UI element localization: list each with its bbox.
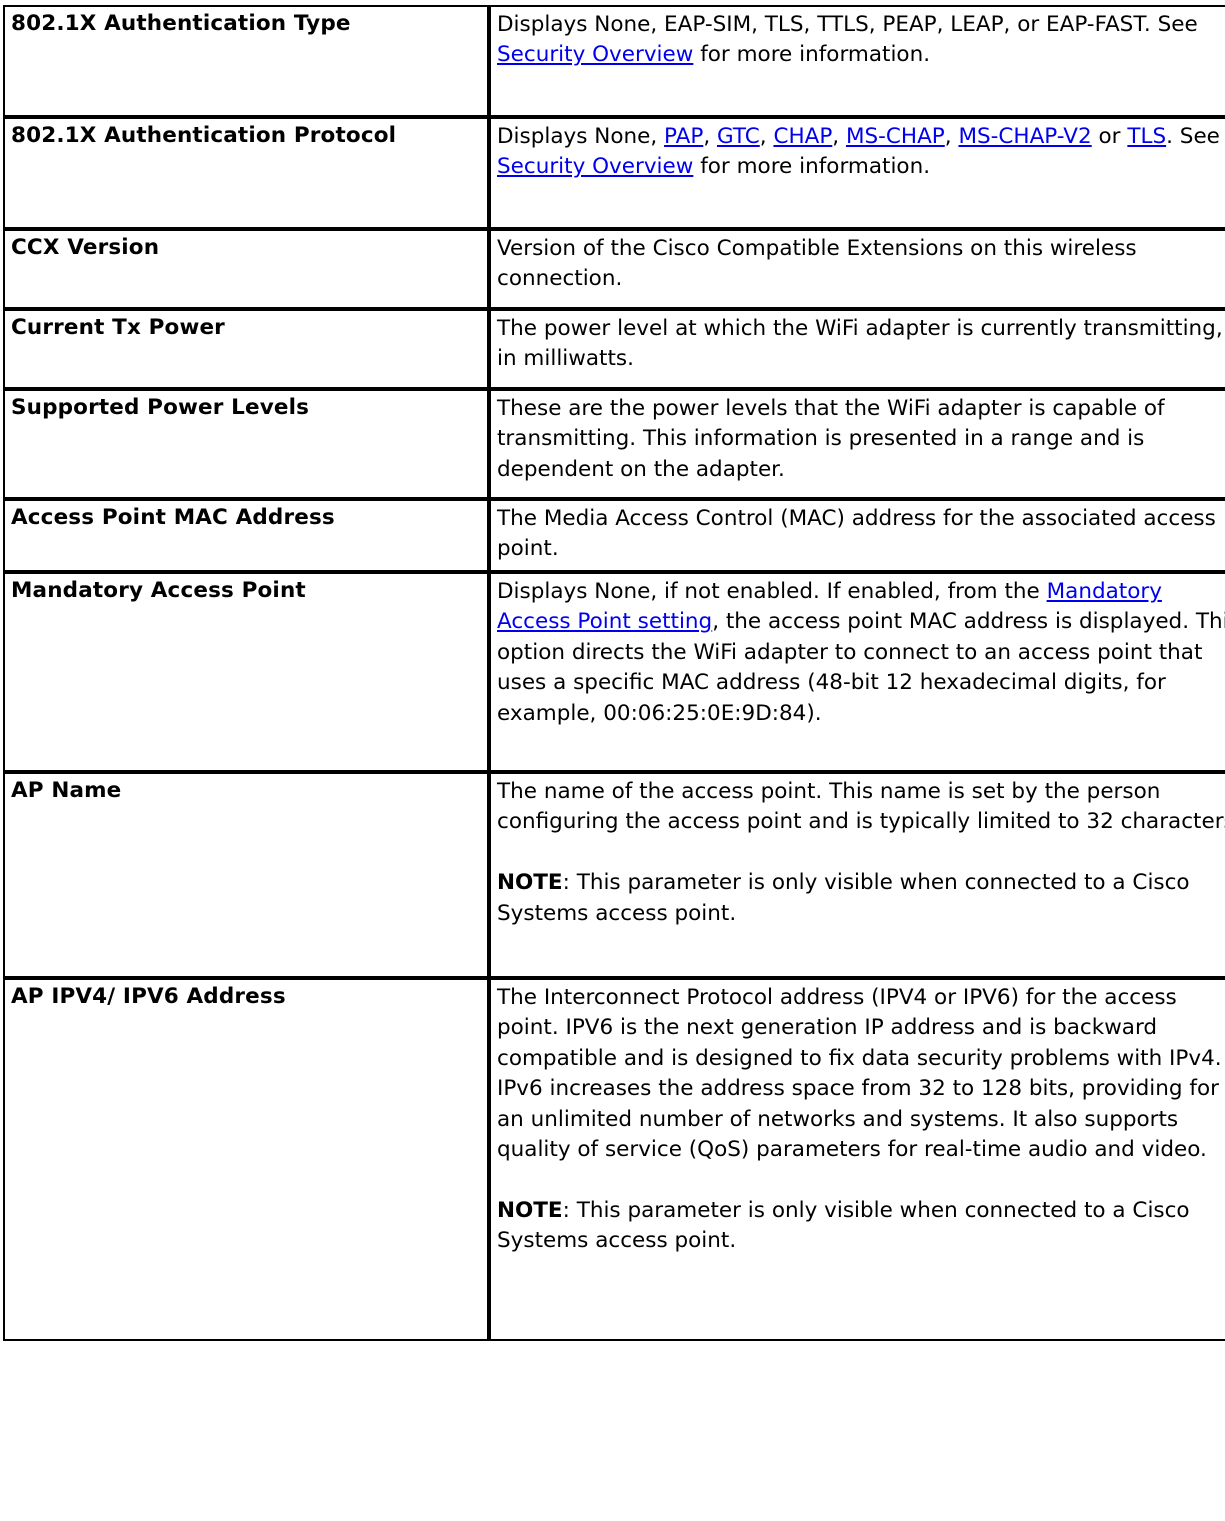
parameter-description-cell: The Interconnect Protocol address (IPV4 … — [489, 977, 1225, 1341]
parameter-description-cell: The Media Access Control (MAC) address f… — [489, 499, 1225, 572]
parameter-label-cell: AP Name — [3, 771, 489, 978]
parameter-description-cell: Displays None, PAP, GTC, CHAP, MS-CHAP, … — [489, 117, 1225, 229]
note-label: NOTE — [497, 870, 563, 896]
parameter-description-cell: These are the power levels that the WiFi… — [489, 389, 1225, 499]
table-row: Supported Power Levels These are the powe… — [3, 389, 1225, 499]
doc-link[interactable]: CHAP — [773, 124, 832, 149]
description-text: , — [703, 124, 717, 149]
specification-table: 802.1X Authentication Type Displays None,… — [3, 5, 1225, 1341]
parameter-description-cell: Displays None, if not enabled. If enable… — [489, 571, 1225, 772]
parameter-description-cell: The power level at which the WiFi adapte… — [489, 309, 1225, 389]
description-text: The Interconnect Protocol address (IPV4 … — [497, 984, 1222, 1162]
doc-link[interactable]: GTC — [717, 124, 760, 149]
parameter-label-cell: CCX Version — [3, 229, 489, 309]
description-text: Displays None, if not enabled. If enable… — [497, 578, 1047, 604]
doc-link[interactable]: PAP — [664, 124, 703, 149]
description-paragraph: These are the power levels that the WiFi… — [497, 394, 1225, 485]
doc-link[interactable]: Security Overview — [497, 42, 693, 67]
description-paragraph: The power level at which the WiFi adapte… — [497, 314, 1225, 375]
description-text: Version of the Cisco Compatible Extensio… — [497, 236, 1137, 292]
doc-link[interactable]: MS-CHAP-V2 — [958, 124, 1091, 149]
parameter-label-cell: AP IPV4/ IPV6 Address — [3, 977, 489, 1341]
table-row: AP IPV4/ IPV6 Address The Interconnect Pr… — [3, 977, 1225, 1341]
description-text: , — [759, 124, 774, 149]
description-text: . See — [1166, 124, 1220, 149]
doc-link[interactable]: Security Overview — [497, 154, 693, 179]
description-paragraph: Displays None, EAP-SIM, TLS, TTLS, PEAP,… — [497, 10, 1225, 71]
doc-link[interactable]: TLS — [1127, 124, 1166, 149]
parameter-label-cell: Current Tx Power — [3, 309, 489, 389]
note-paragraph: NOTE: This parameter is only visible whe… — [497, 868, 1225, 929]
note-text: : This parameter is only visible when co… — [497, 1197, 1190, 1254]
description-paragraph: Displays None, PAP, GTC, CHAP, MS-CHAP, … — [497, 122, 1225, 183]
parameter-label-cell: Access Point MAC Address — [3, 499, 489, 572]
table-row: AP Name The name of the access point. Thi… — [3, 771, 1225, 978]
description-text: The Media Access Control (MAC) address f… — [497, 506, 1216, 562]
table-row: Access Point MAC Address The Media Access… — [3, 499, 1225, 572]
parameter-description-cell: Version of the Cisco Compatible Extensio… — [489, 229, 1225, 309]
table-body: 802.1X Authentication Type Displays None,… — [3, 5, 1225, 1341]
description-text: or — [1091, 124, 1128, 149]
description-text: These are the power levels that the WiFi… — [497, 396, 1165, 482]
description-text: The name of the access point. This name … — [497, 778, 1225, 835]
description-text: The power level at which the WiFi adapte… — [497, 316, 1223, 372]
description-paragraph: The name of the access point. This name … — [497, 777, 1225, 838]
description-paragraph: The Media Access Control (MAC) address f… — [497, 504, 1225, 565]
description-text: for more information. — [693, 42, 931, 68]
parameter-description-cell: Displays None, EAP-SIM, TLS, TTLS, PEAP,… — [489, 5, 1225, 117]
table-row: Mandatory Access Point Displays None, if … — [3, 571, 1225, 772]
parameter-label-cell: 802.1X Authentication Protocol — [3, 117, 489, 229]
table-row: 802.1X Authentication Type Displays None,… — [3, 5, 1225, 117]
description-text: Displays None, — [497, 124, 665, 149]
parameter-description-cell: The name of the access point. This name … — [489, 771, 1225, 978]
note-paragraph: NOTE: This parameter is only visible whe… — [497, 1196, 1225, 1257]
table-row: CCX Version Version of the Cisco Compatib… — [3, 229, 1225, 309]
description-text: for more information. — [693, 154, 931, 180]
document-page: 802.1X Authentication Type Displays None,… — [0, 0, 1225, 1521]
table-row: 802.1X Authentication Protocol Displays N… — [3, 117, 1225, 229]
note-text: : This parameter is only visible when co… — [497, 870, 1190, 926]
description-text: , — [832, 124, 846, 149]
description-paragraph: Version of the Cisco Compatible Extensio… — [497, 234, 1225, 295]
description-paragraph: The Interconnect Protocol address (IPV4 … — [497, 983, 1225, 1166]
description-paragraph: Displays None, if not enabled. If enable… — [497, 577, 1225, 729]
description-text: Displays None, EAP-SIM, TLS, TTLS, PEAP,… — [497, 12, 1198, 37]
note-label: NOTE — [497, 1197, 563, 1223]
doc-link[interactable]: MS-CHAP — [846, 124, 945, 149]
parameter-label-cell: 802.1X Authentication Type — [3, 5, 489, 117]
parameter-label-cell: Mandatory Access Point — [3, 571, 489, 772]
parameter-label-cell: Supported Power Levels — [3, 389, 489, 499]
description-text: , — [944, 124, 959, 149]
table-row: Current Tx Power The power level at which… — [3, 309, 1225, 389]
